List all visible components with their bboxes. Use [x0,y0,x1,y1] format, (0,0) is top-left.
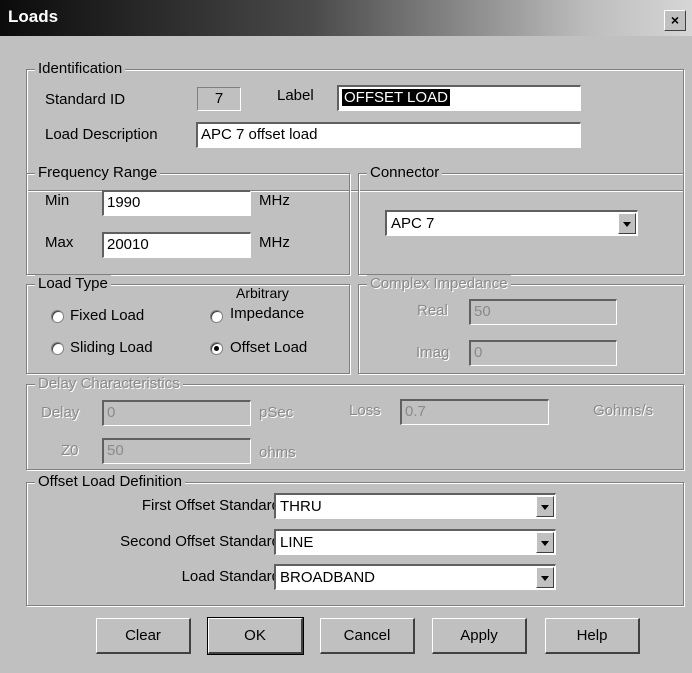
title-bar[interactable]: Loads × [0,0,692,36]
delay-characteristics-legend: Delay Characteristics [35,375,183,393]
close-icon: × [670,12,680,28]
frequency-range-legend: Frequency Range [35,164,161,182]
chevron-down-icon [541,541,549,546]
load-type-group: Load Type Fixed Load Sliding Load Arbitr… [26,275,350,374]
z0-input[interactable]: 50 [102,438,251,464]
second-offset-standard-label: Second Offset Standard [120,533,280,550]
dropdown-button[interactable] [536,532,554,553]
load-type-legend: Load Type [35,275,111,293]
max-unit: MHz [259,234,290,251]
offset-load-radio[interactable] [210,342,223,355]
window-title: Loads [8,7,59,26]
real-input[interactable]: 50 [469,299,617,325]
real-label: Real [417,302,448,319]
offset-load-definition-group: Offset Load Definition First Offset Stan… [26,473,684,606]
second-offset-standard-select[interactable]: LINE [274,529,556,555]
delay-characteristics-group: Delay Characteristics Delay 0 pSec Loss … [26,375,684,470]
z0-unit: ohms [259,444,296,461]
loss-unit: Gohms/s [593,402,654,419]
fixed-load-label[interactable]: Fixed Load [70,306,144,326]
apply-button[interactable]: Apply [432,618,527,654]
delay-input[interactable]: 0 [102,400,251,426]
radio-checked-dot [214,346,219,351]
first-offset-standard-label: First Offset Standard [141,497,280,514]
identification-legend: Identification [35,60,126,78]
complex-impedance-legend: Complex Impedance [367,275,511,293]
offset-load-label[interactable]: Offset Load [230,338,307,358]
load-standard-label: Load Standard [181,568,280,585]
arbitrary-impedance-label-line1[interactable]: Arbitrary [236,285,289,301]
connector-selected-value: APC 7 [391,215,435,232]
fixed-load-radio[interactable] [51,310,64,323]
max-frequency-input[interactable]: 20010 [102,232,251,258]
clear-button[interactable]: Clear [96,618,191,654]
first-offset-standard-value: THRU [280,498,322,515]
second-offset-standard-value: LINE [280,534,314,551]
z0-label: Z0 [61,442,79,459]
ok-button[interactable]: OK [207,617,304,655]
dialog-body: Identification Standard ID 7 Label OFFSE… [4,36,688,669]
standard-id-label: Standard ID [45,91,126,108]
load-description-input[interactable]: APC 7 offset load [196,122,581,148]
load-standard-select[interactable]: BROADBAND [274,564,556,590]
frequency-range-group: Frequency Range Min 1990 MHz Max 20010 M… [26,164,350,275]
standard-id-value: 7 [197,87,241,111]
sliding-load-radio[interactable] [51,342,64,355]
loss-label: Loss [349,402,381,419]
min-unit: MHz [259,192,290,209]
connector-legend: Connector [367,164,443,182]
close-button[interactable]: × [664,10,686,31]
imag-label: Imag [416,344,450,361]
delay-unit: pSec [259,404,294,421]
connector-select[interactable]: APC 7 [385,210,638,236]
connector-group: Connector APC 7 [358,164,684,275]
max-label: Max [45,234,74,251]
label-label: Label [277,87,314,104]
dropdown-button[interactable] [618,213,636,234]
load-standard-value: BROADBAND [280,569,376,586]
first-offset-standard-select[interactable]: THRU [274,493,556,519]
dropdown-button[interactable] [536,567,554,588]
offset-load-definition-legend: Offset Load Definition [35,473,185,491]
load-description-label: Load Description [45,126,158,143]
cancel-button[interactable]: Cancel [320,618,415,654]
help-button[interactable]: Help [545,618,640,654]
min-label: Min [45,192,70,209]
min-frequency-input[interactable]: 1990 [102,190,251,216]
chevron-down-icon [623,222,631,227]
label-selected-text: OFFSET LOAD [342,89,450,106]
chevron-down-icon [541,576,549,581]
chevron-down-icon [541,505,549,510]
complex-impedance-group: Complex Impedance Real 50 Imag 0 [358,275,684,374]
delay-label: Delay [41,404,80,421]
label-input[interactable]: OFFSET LOAD [337,85,581,111]
arbitrary-impedance-radio[interactable] [210,310,223,323]
dropdown-button[interactable] [536,496,554,517]
loss-input[interactable]: 0.7 [400,399,549,425]
arbitrary-impedance-label-line2[interactable]: Impedance [230,304,304,324]
sliding-load-label[interactable]: Sliding Load [70,338,153,358]
imag-input[interactable]: 0 [469,340,617,366]
